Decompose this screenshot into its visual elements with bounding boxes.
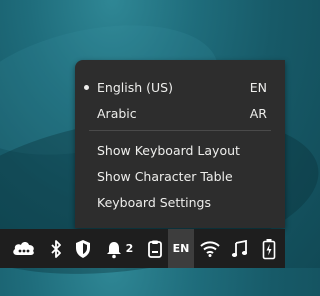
cloud-chat-icon	[13, 241, 34, 255]
menu-separator	[89, 130, 271, 131]
clipboard-indicator[interactable]	[144, 229, 166, 268]
notifications-indicator[interactable]: 2	[101, 229, 137, 268]
keyboard-layout-code: EN	[172, 242, 190, 255]
security-indicator[interactable]	[71, 229, 95, 268]
battery-indicator[interactable]	[258, 229, 280, 268]
shield-icon	[76, 239, 90, 258]
notification-count: 2	[125, 242, 134, 255]
menu-item-show-character-table[interactable]: Show Character Table	[75, 163, 285, 187]
menu-item-label: Keyboard Settings	[97, 195, 212, 210]
menu-item-english-us[interactable]: English (US) EN	[75, 74, 285, 98]
menu-item-show-keyboard-layout[interactable]: Show Keyboard Layout	[75, 137, 285, 161]
menu-item-arabic[interactable]: Arabic AR	[75, 100, 285, 124]
keyboard-layout-indicator[interactable]: EN	[168, 229, 194, 268]
media-indicator[interactable]	[228, 229, 250, 268]
battery-icon	[262, 238, 276, 259]
wifi-icon	[200, 240, 220, 257]
menu-item-code: EN	[249, 80, 267, 95]
menu-item-label: Show Character Table	[97, 169, 233, 184]
notification-bell-icon	[106, 241, 121, 258]
selected-radio-dot-icon	[84, 85, 89, 90]
music-icon	[231, 239, 247, 257]
menu-item-code: AR	[249, 106, 267, 121]
cloud-chat-indicator[interactable]	[8, 229, 40, 268]
keyboard-layout-menu: English (US) EN Arabic AR Show Keyboard …	[75, 60, 285, 228]
menu-item-label: English (US)	[97, 80, 173, 95]
menu-item-label: Show Keyboard Layout	[97, 143, 240, 158]
menu-item-label: Arabic	[97, 106, 137, 121]
menu-item-keyboard-settings[interactable]: Keyboard Settings	[75, 189, 285, 213]
top-panel-tray: 2 EN	[0, 229, 285, 268]
clipboard-icon	[148, 240, 162, 258]
bluetooth-indicator[interactable]	[45, 229, 67, 268]
bluetooth-icon	[51, 239, 61, 258]
network-indicator[interactable]	[198, 229, 222, 268]
